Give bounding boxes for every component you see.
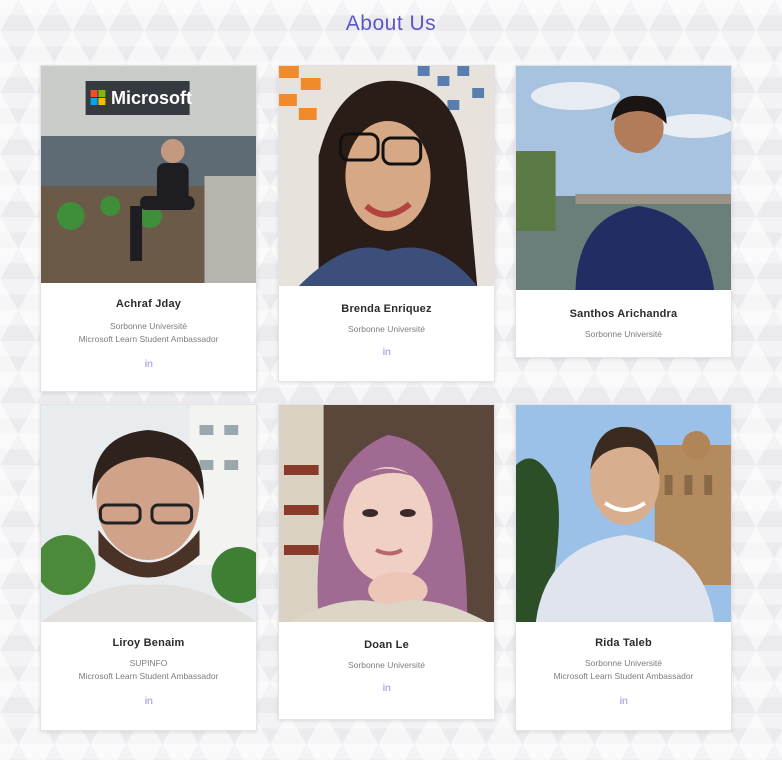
member-photo: Microsoft <box>41 66 256 283</box>
member-name: Liroy Benaim <box>112 637 185 649</box>
member-photo <box>516 405 731 622</box>
member-school: SUPINFO <box>129 658 168 668</box>
linkedin-icon[interactable]: in <box>383 347 391 358</box>
team-card-doan: Doan Le Sorbonne Université in <box>278 404 495 720</box>
member-name: Doan Le <box>364 639 409 651</box>
team-card-santhos: Santhos Arichandra Sorbonne Université <box>515 65 732 358</box>
member-school: Sorbonne Université <box>584 329 662 339</box>
member-school: Sorbonne Université <box>584 658 662 668</box>
linkedin-icon[interactable]: in <box>383 683 391 694</box>
team-card-brenda: Brenda Enriquez Sorbonne Université in <box>278 65 495 382</box>
team-card-rida: Rida Taleb Sorbonne Université Microsoft… <box>515 404 732 731</box>
linkedin-icon[interactable]: in <box>145 696 153 707</box>
member-photo <box>41 405 256 622</box>
member-role: Microsoft Learn Student Ambassador <box>78 671 219 681</box>
microsoft-sign-text: Microsoft <box>111 88 192 108</box>
member-photo <box>516 66 731 290</box>
member-photo <box>279 66 494 286</box>
member-name: Rida Taleb <box>595 637 652 649</box>
member-school: Sorbonne Université <box>347 660 425 670</box>
member-photo <box>279 405 494 622</box>
team-card-liroy: Liroy Benaim SUPINFO Microsoft Learn Stu… <box>40 404 257 731</box>
linkedin-icon[interactable]: in <box>145 359 153 370</box>
member-school: Sorbonne Université <box>109 321 187 331</box>
linkedin-icon[interactable]: in <box>620 696 628 707</box>
member-school: Sorbonne Université <box>347 324 425 334</box>
page-title: About Us <box>345 12 437 35</box>
member-name: Achraf Jday <box>115 298 182 310</box>
member-name: Santhos Arichandra <box>569 308 678 320</box>
team-card-achraf: Microsoft Achraf Jday Sorbonne Universit… <box>40 65 257 392</box>
member-name: Brenda Enriquez <box>341 303 432 315</box>
member-role: Microsoft Learn Student Ambassador <box>553 671 694 681</box>
member-role: Microsoft Learn Student Ambassador <box>78 334 219 344</box>
